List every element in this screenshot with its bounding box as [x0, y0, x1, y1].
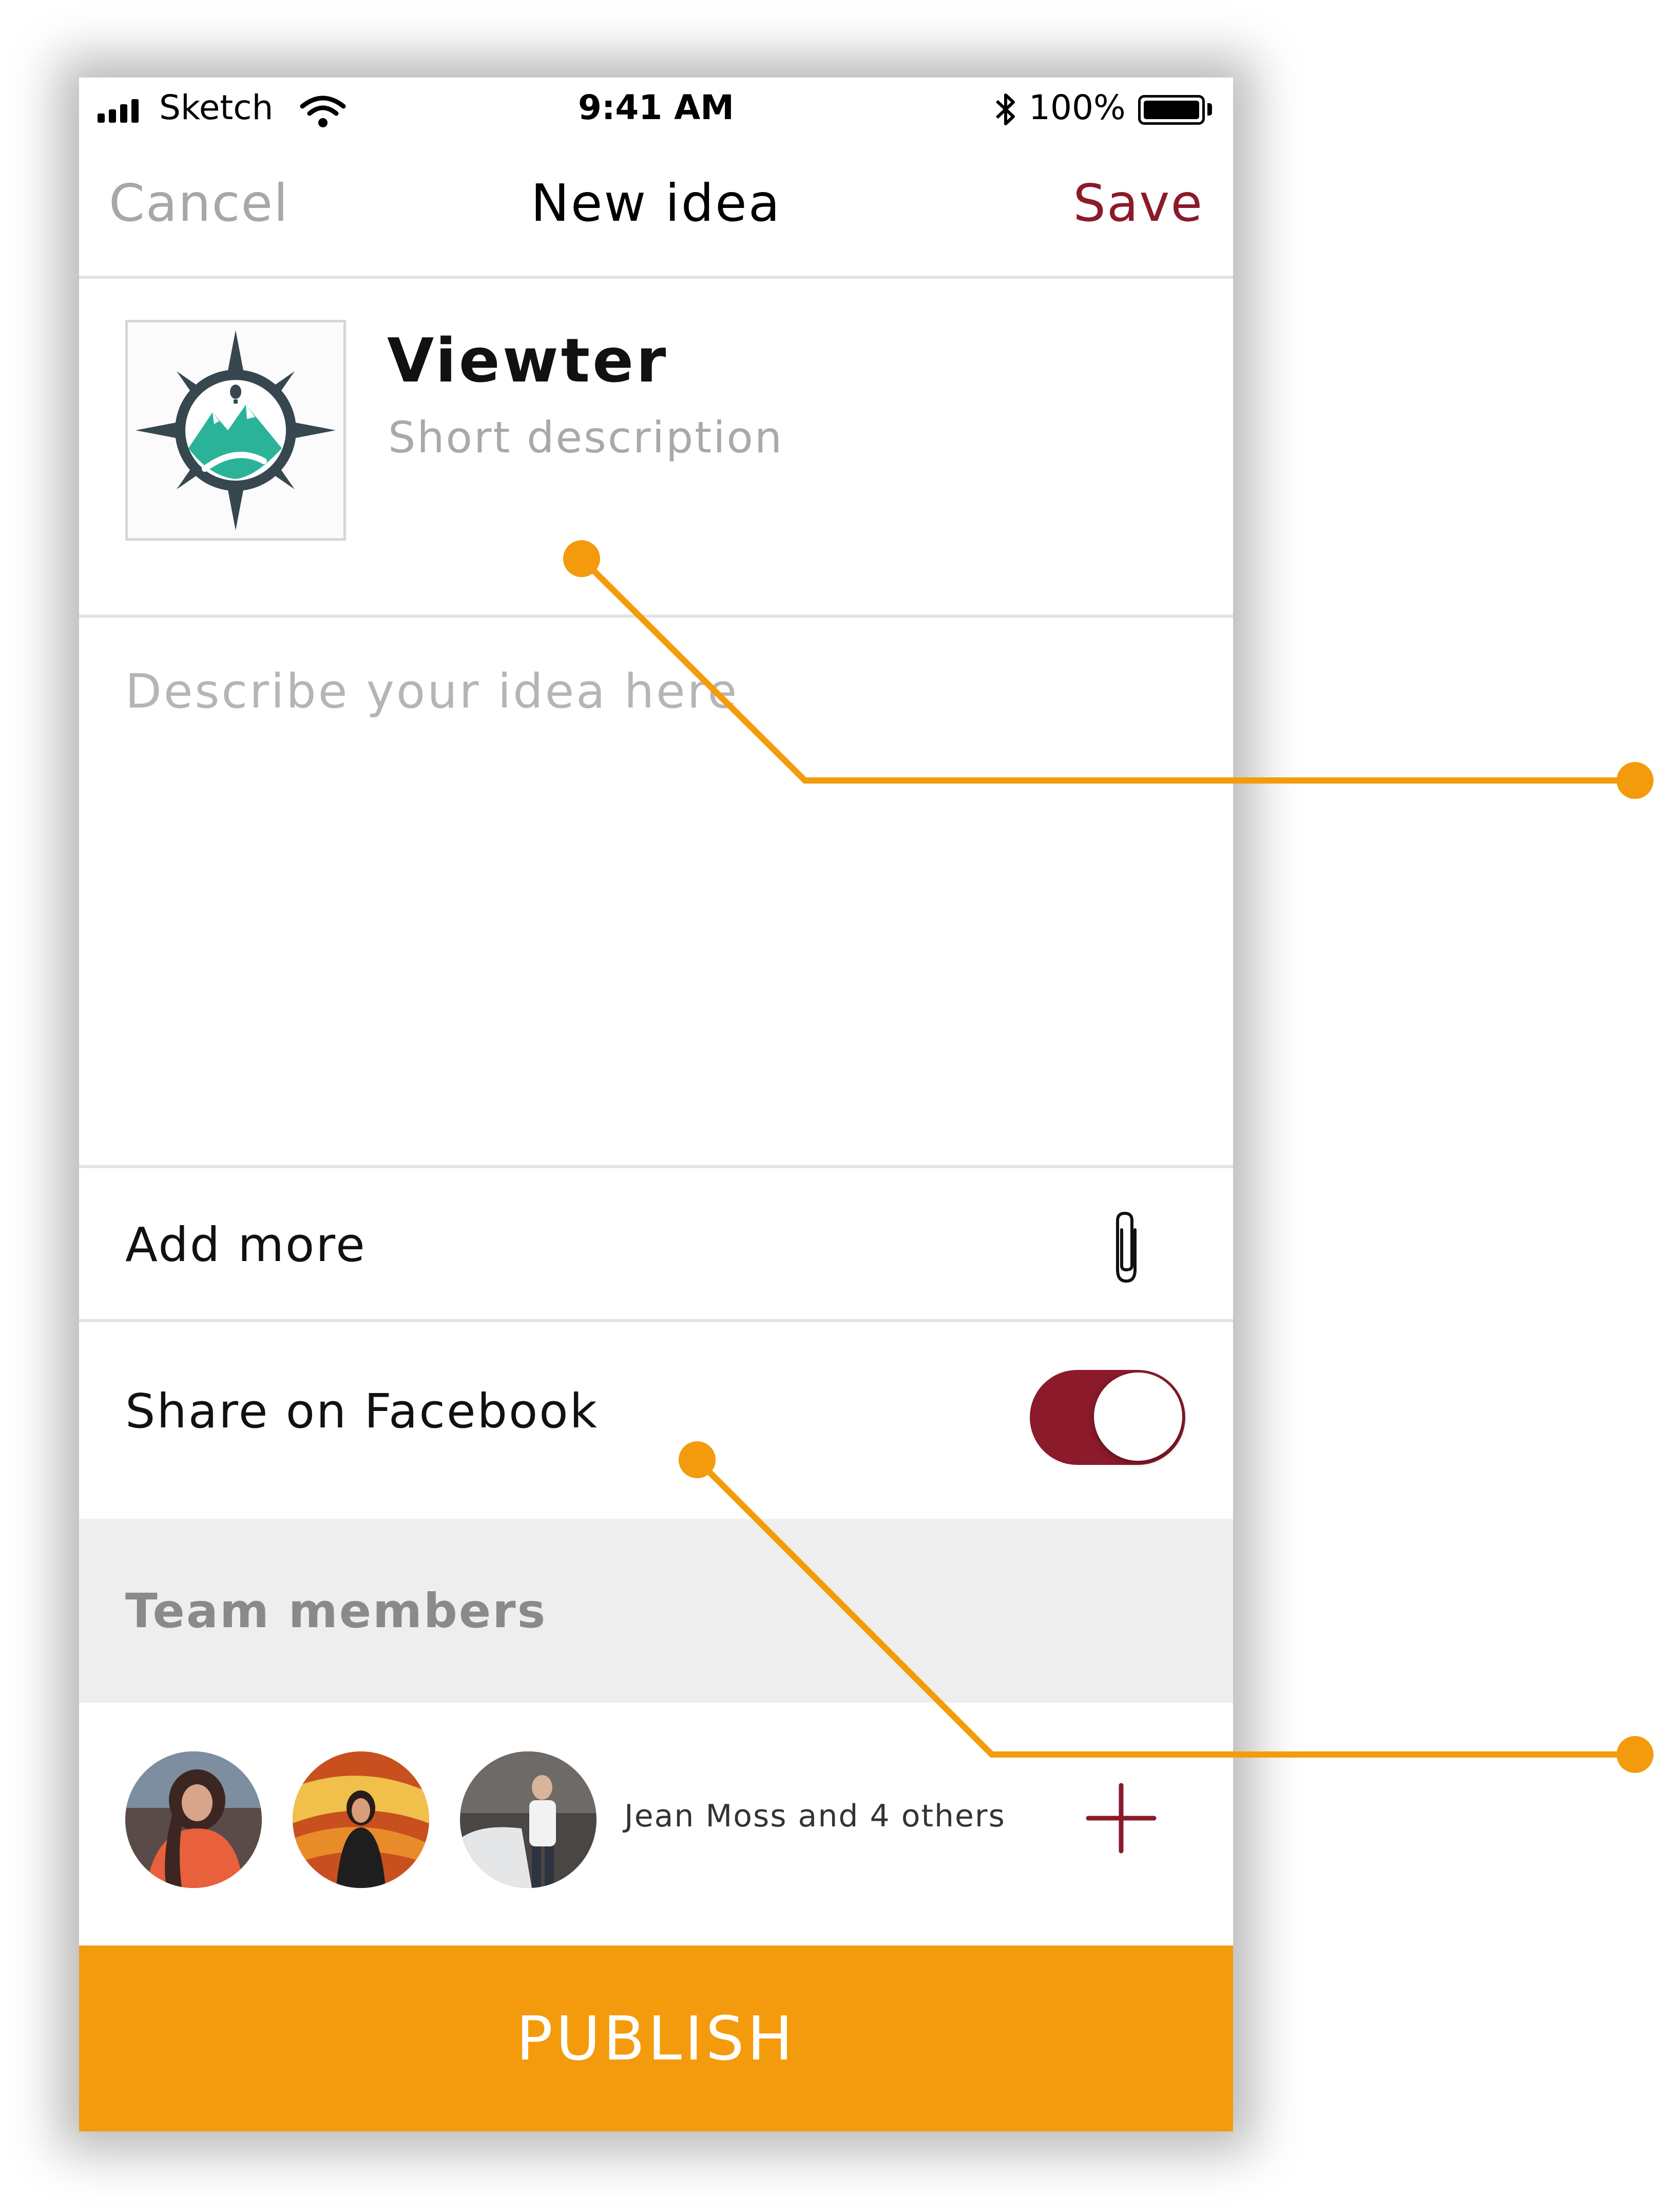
callout-1 — [563, 540, 1653, 799]
callout-lines — [563, 540, 1653, 1773]
callout-2 — [679, 1441, 1653, 1773]
